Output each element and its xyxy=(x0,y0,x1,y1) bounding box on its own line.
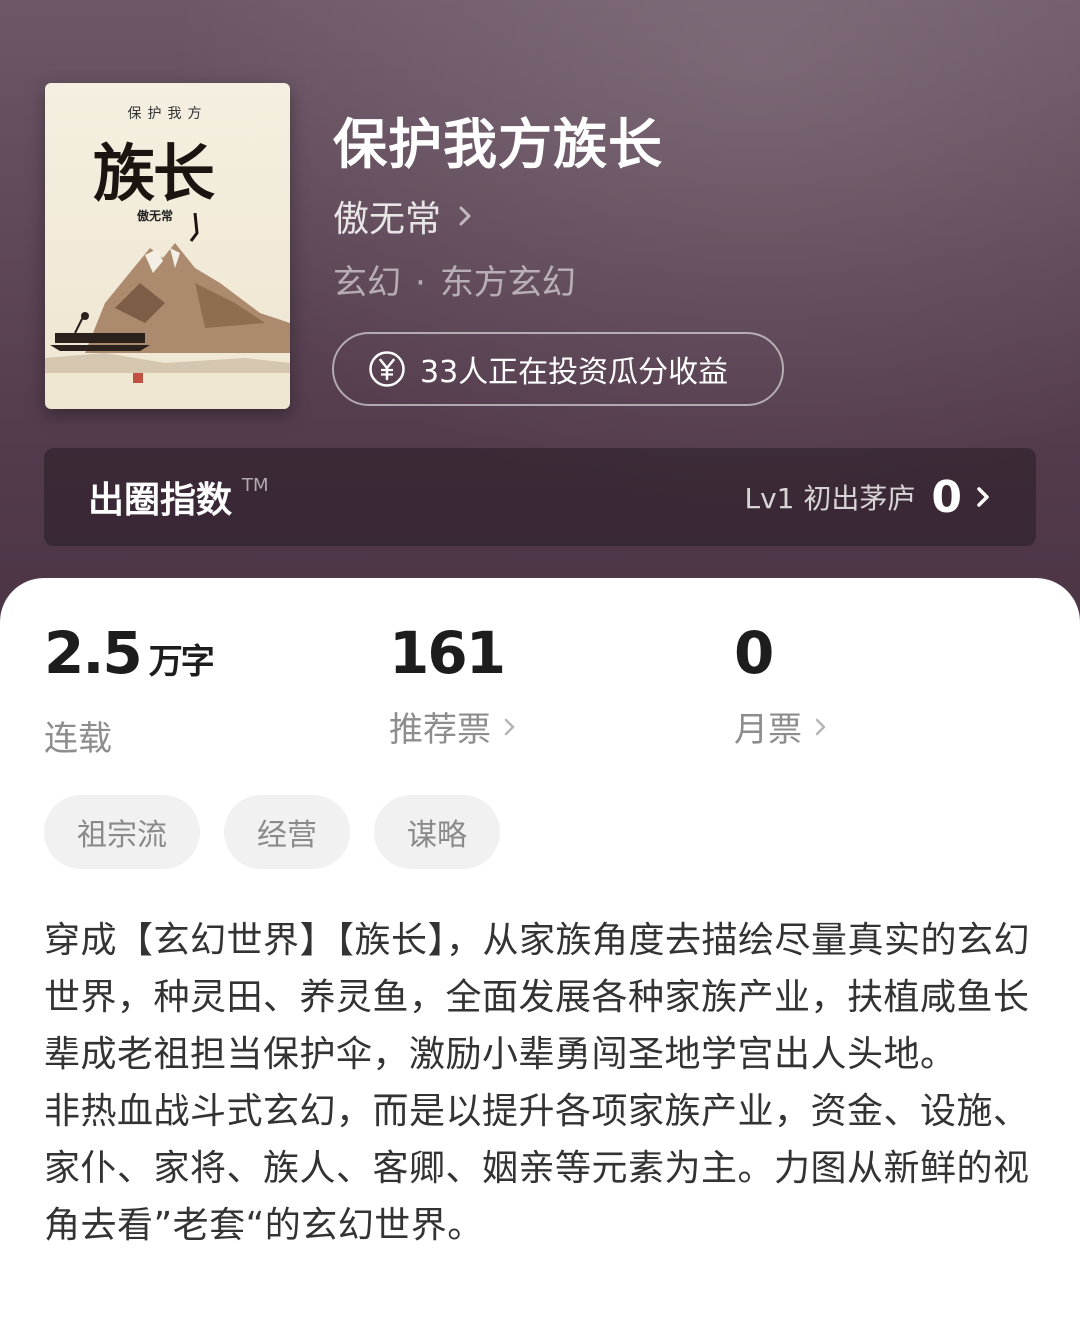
intro-paragraph: 穿成【玄幻世界】【族长】，从家族角度去描绘尽量真实的玄幻世界，种灵田、养灵鱼，全… xyxy=(44,920,1031,1075)
serial-status-label: 连载 xyxy=(44,719,112,759)
tag-chip[interactable]: 谋略 xyxy=(374,795,500,869)
recommend-ticket-label: 推荐票 xyxy=(389,702,519,751)
author-link[interactable]: 傲无常 xyxy=(333,190,479,242)
monthly-ticket-label: 月票 xyxy=(734,702,830,751)
genre-label[interactable]: 玄幻 xyxy=(333,263,401,303)
tag-chip[interactable]: 祖宗流 xyxy=(44,795,200,869)
index-title: 出圈指数 xyxy=(88,480,233,521)
yen-circle-icon xyxy=(369,351,405,387)
genre-row: 玄幻 · 东方玄幻 xyxy=(333,255,576,304)
book-detail-page: 保护我方 族长 傲无常 保护我方族长 傲无常 玄幻 · 东方玄幻 33人正在投资… xyxy=(0,0,1080,1329)
tag-list: 祖宗流 经营 谋略 xyxy=(44,795,500,869)
index-title-group: 出圈指数 TM xyxy=(88,471,269,523)
cover-subtitle: 保护我方 xyxy=(127,106,208,122)
recommend-ticket-stat[interactable]: 161 推荐票 xyxy=(389,620,519,751)
chevron-right-icon xyxy=(504,718,515,735)
word-count-unit: 万字 xyxy=(148,642,215,682)
author-name: 傲无常 xyxy=(333,199,442,240)
book-title: 保护我方族长 xyxy=(333,112,663,176)
monthly-ticket-stat[interactable]: 0 月票 xyxy=(734,620,830,751)
recommend-ticket-value: 161 xyxy=(389,619,506,687)
cover-title: 族长 xyxy=(93,137,215,210)
chevron-right-icon xyxy=(459,206,471,226)
word-count-stat: 2.5 万字 连载 xyxy=(44,619,215,760)
genre-separator: · xyxy=(415,263,426,303)
invest-button[interactable]: 33人正在投资瓜分收益 xyxy=(332,332,784,406)
cover-landscape-illustration xyxy=(45,213,290,383)
word-count-value: 2.5 万字 xyxy=(44,619,215,687)
index-level: Lv1 初出茅庐 xyxy=(744,482,916,515)
chevron-right-icon xyxy=(815,718,826,735)
intro-paragraph: 非热血战斗式玄幻，而是以提升各项家族产业，资金、设施、家仆、家将、族人、客卿、姻… xyxy=(44,1091,1030,1246)
book-cover[interactable]: 保护我方 族长 傲无常 xyxy=(45,83,290,409)
popularity-index-bar[interactable]: 出圈指数 TM Lv1 初出茅庐 0 xyxy=(44,448,1036,546)
book-intro: 穿成【玄幻世界】【族长】，从家族角度去描绘尽量真实的玄幻世界，种灵田、养灵鱼，全… xyxy=(44,912,1036,1254)
index-score: 0 xyxy=(931,471,962,523)
monthly-ticket-value: 0 xyxy=(734,619,774,687)
index-level-group: Lv1 初出茅庐 0 xyxy=(744,472,994,523)
trademark-label: TM xyxy=(242,475,269,496)
tag-chip[interactable]: 经营 xyxy=(224,795,350,869)
chevron-right-icon xyxy=(977,487,989,507)
invest-text: 33人正在投资瓜分收益 xyxy=(420,355,729,390)
subgenre-label[interactable]: 东方玄幻 xyxy=(440,263,576,303)
